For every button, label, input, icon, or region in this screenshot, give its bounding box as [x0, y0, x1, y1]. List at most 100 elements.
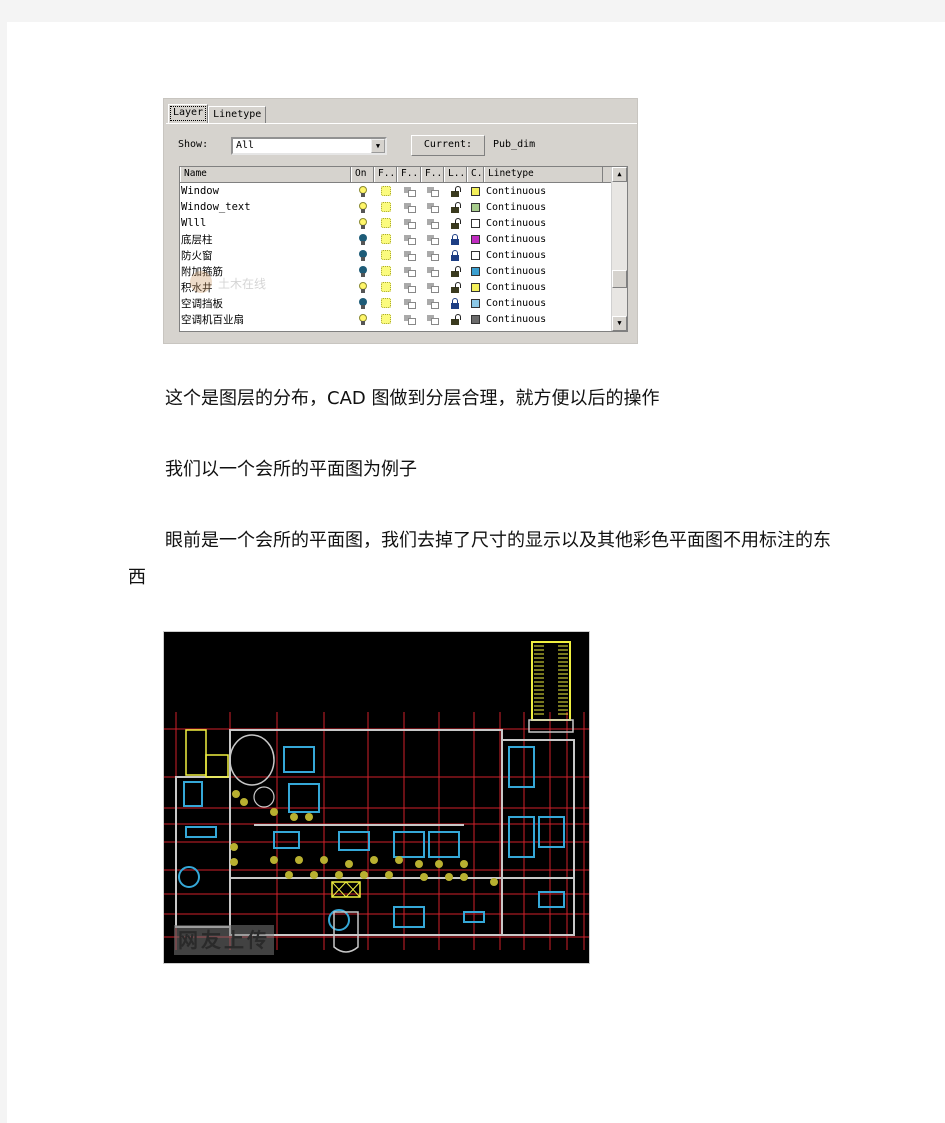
lock-closed-icon[interactable]: [451, 249, 460, 261]
color-cell[interactable]: [467, 295, 484, 311]
color-swatch[interactable]: [471, 202, 480, 212]
lightbulb-off-icon[interactable]: [358, 249, 367, 261]
new-viewport-freeze-toggle[interactable]: [421, 231, 444, 247]
freeze-toggle[interactable]: [374, 295, 397, 311]
new-viewport-thaw-icon[interactable]: [427, 298, 439, 309]
freeze-toggle[interactable]: [374, 263, 397, 279]
linetype-value[interactable]: Continuous: [484, 311, 603, 327]
new-viewport-freeze-toggle[interactable]: [421, 311, 444, 327]
new-viewport-thaw-icon[interactable]: [427, 266, 439, 277]
new-viewport-freeze-toggle[interactable]: [421, 183, 444, 199]
color-swatch[interactable]: [471, 266, 480, 276]
viewport-thaw-icon[interactable]: [403, 250, 416, 261]
lock-open-icon[interactable]: [451, 185, 461, 197]
new-viewport-thaw-icon[interactable]: [427, 282, 439, 293]
viewport-freeze-toggle[interactable]: [397, 247, 421, 263]
freeze-toggle[interactable]: [374, 231, 397, 247]
layer-row[interactable]: 积水井 Continuous: [180, 279, 627, 295]
show-filter-select[interactable]: All ▼: [231, 137, 387, 155]
freeze-toggle[interactable]: [374, 279, 397, 295]
layer-name[interactable]: 积水井: [180, 279, 351, 295]
lightbulb-on-icon[interactable]: [358, 185, 367, 197]
viewport-thaw-icon[interactable]: [403, 186, 416, 197]
on-toggle[interactable]: [351, 263, 374, 279]
lock-toggle[interactable]: [444, 231, 467, 247]
linetype-value[interactable]: Continuous: [484, 199, 603, 215]
color-cell[interactable]: [467, 199, 484, 215]
sun-thaw-icon[interactable]: [380, 186, 391, 196]
freeze-toggle[interactable]: [374, 247, 397, 263]
sun-thaw-icon[interactable]: [380, 218, 391, 228]
lock-open-icon[interactable]: [451, 217, 461, 229]
lightbulb-on-icon[interactable]: [358, 313, 367, 325]
viewport-freeze-toggle[interactable]: [397, 279, 421, 295]
color-swatch[interactable]: [471, 218, 480, 228]
new-viewport-thaw-icon[interactable]: [427, 218, 439, 229]
sun-thaw-icon[interactable]: [380, 266, 391, 276]
freeze-toggle[interactable]: [374, 215, 397, 231]
linetype-value[interactable]: Continuous: [484, 263, 603, 279]
viewport-thaw-icon[interactable]: [403, 282, 416, 293]
layer-name[interactable]: 底层柱: [180, 231, 351, 247]
lightbulb-off-icon[interactable]: [358, 233, 367, 245]
lock-toggle[interactable]: [444, 311, 467, 327]
color-cell[interactable]: [467, 311, 484, 327]
tab-layer[interactable]: Layer: [168, 104, 209, 123]
lock-open-icon[interactable]: [451, 281, 461, 293]
lock-toggle[interactable]: [444, 279, 467, 295]
sun-thaw-icon[interactable]: [380, 282, 391, 292]
linetype-value[interactable]: Continuous: [484, 279, 603, 295]
viewport-thaw-icon[interactable]: [403, 266, 416, 277]
viewport-freeze-toggle[interactable]: [397, 311, 421, 327]
layer-name[interactable]: Window: [180, 183, 351, 199]
color-swatch[interactable]: [471, 282, 480, 292]
sun-thaw-icon[interactable]: [380, 202, 391, 212]
scroll-down-arrow-icon[interactable]: ▼: [612, 316, 627, 331]
column-header-freeze-viewport[interactable]: F..: [397, 167, 421, 182]
lock-toggle[interactable]: [444, 295, 467, 311]
column-header-name[interactable]: Name: [180, 167, 351, 182]
new-viewport-thaw-icon[interactable]: [427, 234, 439, 245]
viewport-freeze-toggle[interactable]: [397, 199, 421, 215]
new-viewport-thaw-icon[interactable]: [427, 186, 439, 197]
sun-thaw-icon[interactable]: [380, 314, 391, 324]
lightbulb-on-icon[interactable]: [358, 217, 367, 229]
new-viewport-freeze-toggle[interactable]: [421, 279, 444, 295]
viewport-thaw-icon[interactable]: [403, 298, 416, 309]
scroll-up-arrow-icon[interactable]: ▲: [612, 167, 627, 182]
layer-row[interactable]: Wlll Continuous: [180, 215, 627, 231]
current-button[interactable]: Current:: [411, 135, 485, 156]
viewport-freeze-toggle[interactable]: [397, 231, 421, 247]
color-swatch[interactable]: [471, 250, 480, 260]
on-toggle[interactable]: [351, 247, 374, 263]
new-viewport-freeze-toggle[interactable]: [421, 247, 444, 263]
on-toggle[interactable]: [351, 215, 374, 231]
lock-toggle[interactable]: [444, 199, 467, 215]
layer-name[interactable]: 附加箍筋: [180, 263, 351, 279]
color-cell[interactable]: [467, 247, 484, 263]
lock-open-icon[interactable]: [451, 313, 461, 325]
freeze-toggle[interactable]: [374, 199, 397, 215]
lock-toggle[interactable]: [444, 215, 467, 231]
lightbulb-off-icon[interactable]: [358, 265, 367, 277]
freeze-toggle[interactable]: [374, 311, 397, 327]
color-cell[interactable]: [467, 263, 484, 279]
color-cell[interactable]: [467, 231, 484, 247]
color-cell[interactable]: [467, 279, 484, 295]
viewport-thaw-icon[interactable]: [403, 234, 416, 245]
layer-row[interactable]: 底层柱 Continuous: [180, 231, 627, 247]
color-swatch[interactable]: [471, 186, 480, 196]
lightbulb-on-icon[interactable]: [358, 201, 367, 213]
freeze-toggle[interactable]: [374, 183, 397, 199]
dropdown-arrow-icon[interactable]: ▼: [371, 139, 385, 153]
lightbulb-off-icon[interactable]: [358, 297, 367, 309]
layer-name[interactable]: Window_text: [180, 199, 351, 215]
layer-row[interactable]: 空调挡板 Continuous: [180, 295, 627, 311]
lock-open-icon[interactable]: [451, 265, 461, 277]
new-viewport-freeze-toggle[interactable]: [421, 295, 444, 311]
viewport-freeze-toggle[interactable]: [397, 183, 421, 199]
linetype-value[interactable]: Continuous: [484, 231, 603, 247]
viewport-freeze-toggle[interactable]: [397, 295, 421, 311]
viewport-thaw-icon[interactable]: [403, 202, 416, 213]
lock-closed-icon[interactable]: [451, 297, 460, 309]
